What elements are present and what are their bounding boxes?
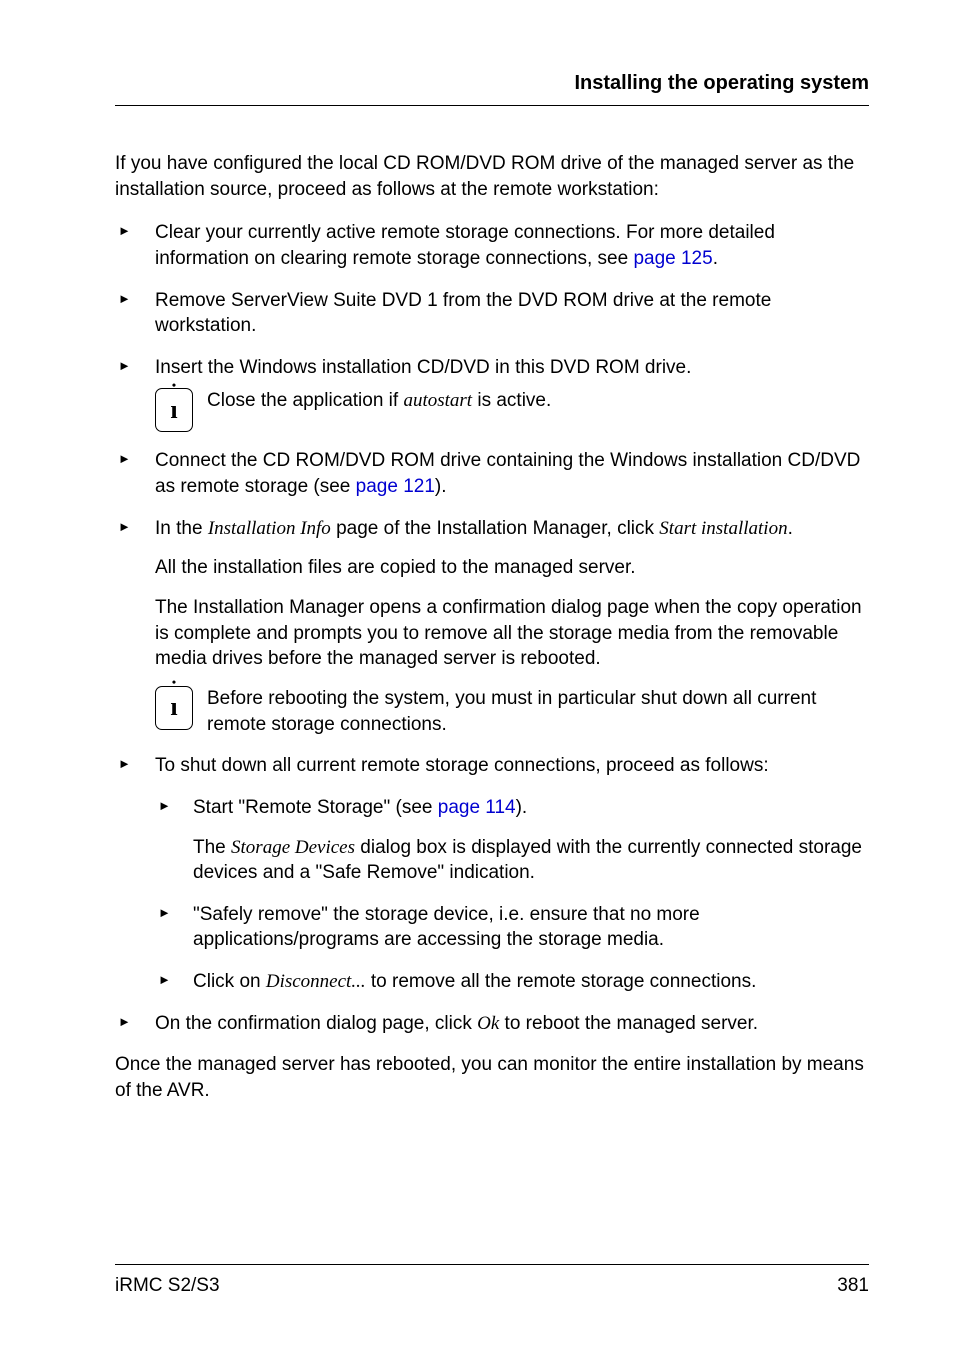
bullet-connect-drive: Connect the CD ROM/DVD ROM drive contain… [115,448,869,499]
bullet-remove-dvd: Remove ServerView Suite DVD 1 from the D… [115,288,869,339]
sub-bullet-safe-remove: "Safely remove" the storage device, i.e.… [155,902,869,953]
bullet-clear-connections: Clear your currently active remote stora… [115,220,869,271]
bullet-insert-cd: Insert the Windows installation CD/DVD i… [115,355,869,433]
info-text: Before rebooting the system, you must in… [207,686,869,737]
sub-bullet-start-remote: Start "Remote Storage" (see page 114). T… [155,795,869,886]
sub-storage-devices-text: The Storage Devices dialog box is displa… [193,835,869,886]
autostart-italic: autostart [403,390,472,411]
page-121-link[interactable]: page 121 [356,476,435,497]
header-title: Installing the operating system [574,72,869,94]
disconnect-italic: Disconnect... [266,971,366,992]
main-list: Clear your currently active remote stora… [115,220,869,1036]
info-text: Close the application if autostart is ac… [207,388,869,414]
footer-right: 381 [837,1273,869,1299]
bullet-text: To shut down all current remote storage … [155,755,769,776]
footer-left: iRMC S2/S3 [115,1273,220,1299]
sub-bullet-disconnect: Click on Disconnect... to remove all the… [155,969,869,995]
sub-dialog-text: The Installation Manager opens a confirm… [155,595,869,672]
info-icon: ı [155,388,193,432]
page-114-link[interactable]: page 114 [438,797,516,818]
bullet-shutdown-connections: To shut down all current remote storage … [115,753,869,994]
info-box-reboot: ı Before rebooting the system, you must … [155,686,869,737]
closing-text: Once the managed server has rebooted, yo… [115,1052,869,1103]
bullet-text: Connect the CD ROM/DVD ROM drive contain… [155,450,860,497]
page-footer: iRMC S2/S3 381 [115,1264,869,1299]
ok-italic: Ok [477,1013,499,1034]
sub-list: Start "Remote Storage" (see page 114). T… [155,795,869,995]
bullet-text: Remove ServerView Suite DVD 1 from the D… [155,290,771,337]
info-box-autostart: ı Close the application if autostart is … [155,388,869,432]
bullet-text-post: . [713,248,718,269]
storage-devices-italic: Storage Devices [231,837,355,858]
start-installation-italic: Start installation [659,518,787,539]
bullet-installation-info: In the Installation Info page of the Ins… [115,516,869,737]
page-125-link[interactable]: page 125 [633,248,712,269]
intro-text: If you have configured the local CD ROM/… [115,151,869,202]
installation-info-italic: Installation Info [208,518,331,539]
sub-copied-text: All the installation files are copied to… [155,555,869,581]
bullet-confirm-reboot: On the confirmation dialog page, click O… [115,1011,869,1037]
info-icon: ı [155,686,193,730]
page-header: Installing the operating system [115,70,869,106]
bullet-text: Insert the Windows installation CD/DVD i… [155,357,691,378]
